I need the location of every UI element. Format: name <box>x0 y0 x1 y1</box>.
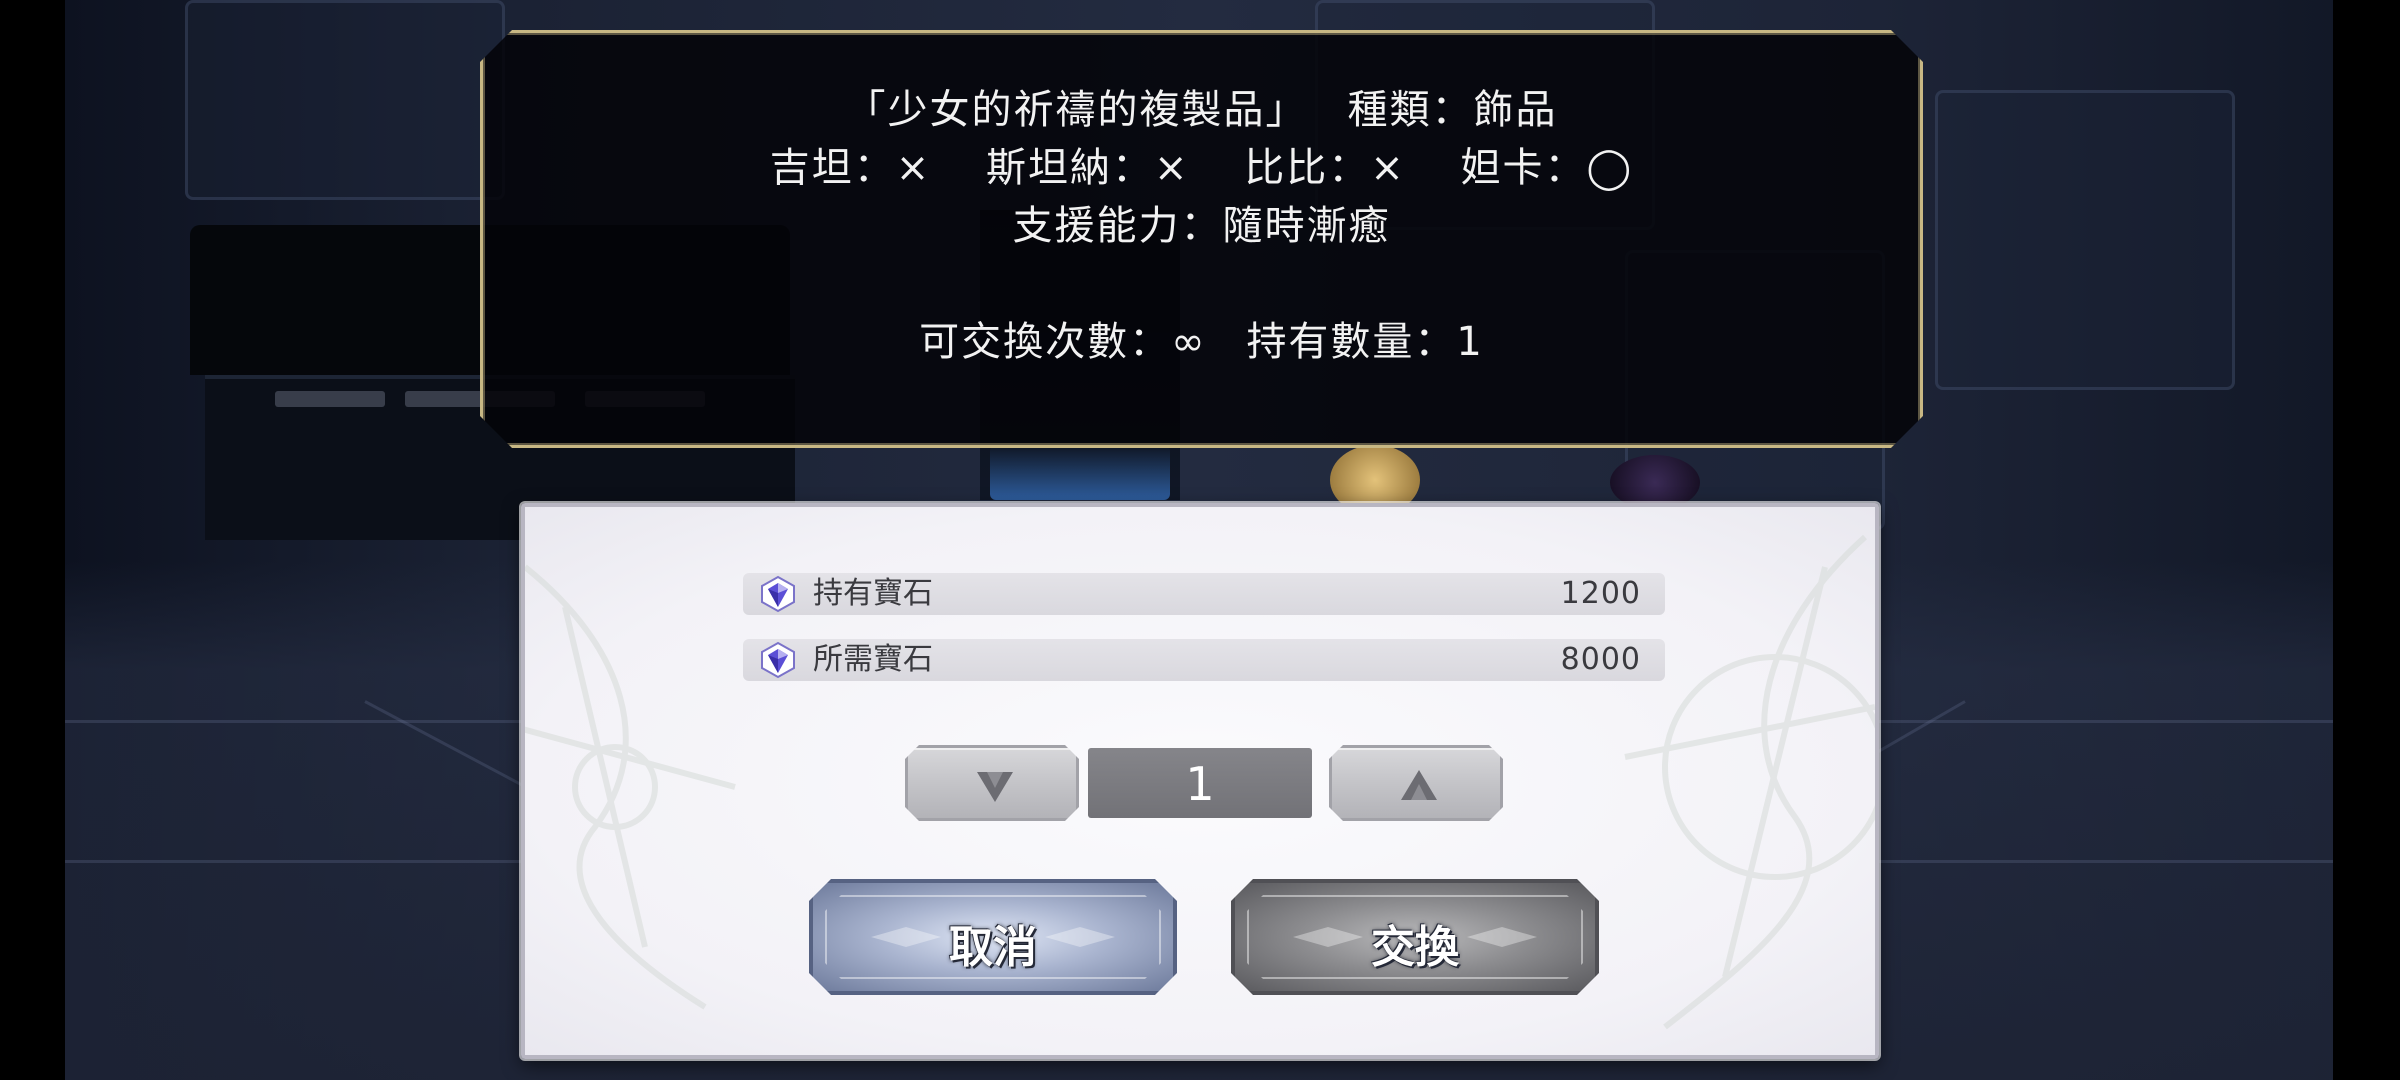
character-compat-line: 吉坦：× 斯坦納：× 比比：× 妲卡：◯ <box>483 135 1920 193</box>
cancel-button[interactable]: 取消 <box>809 879 1177 995</box>
console-screen <box>275 391 385 407</box>
item-title-line: 「少女的祈禱的複製品」 種類：飾品 <box>483 77 1920 135</box>
compat-mark: × <box>1370 145 1406 191</box>
cancel-button-label: 取消 <box>949 922 1037 973</box>
owned-gems-label: 持有寶石 <box>813 576 933 611</box>
compat-mark: × <box>1154 145 1190 191</box>
machine-glow <box>990 445 1170 500</box>
letterbox-left <box>0 0 65 1080</box>
item-name: 「少女的祈禱的複製品」 <box>845 87 1308 133</box>
support-ability: 支援能力：隨時漸癒 <box>1012 203 1391 249</box>
compat-name: 比比 <box>1244 145 1329 191</box>
decrease-quantity-button[interactable] <box>905 745 1079 821</box>
compat-name: 妲卡 <box>1460 145 1545 191</box>
wall-panel <box>1935 90 2235 390</box>
exchange-button-label: 交換 <box>1371 922 1459 973</box>
item-info-panel: 「少女的祈禱的複製品」 種類：飾品 吉坦：× 斯坦納：× 比比：× 妲卡：◯ 支援… <box>480 30 1923 448</box>
gem-icon <box>761 575 795 613</box>
exchange-count: 可交換次數：∞ <box>919 319 1207 365</box>
gem-icon <box>761 641 795 679</box>
letterbox-right <box>2333 0 2400 1080</box>
exchange-stats-line: 可交換次數：∞ 持有數量：1 <box>483 309 1920 367</box>
increase-quantity-button[interactable] <box>1329 745 1503 821</box>
exchange-button[interactable]: 交換 <box>1231 879 1599 995</box>
ornament-left <box>525 564 736 1010</box>
exchange-dialog: 持有寶石 1200 所需寶石 8000 1 取消 交換 <box>521 503 1879 1059</box>
required-gems-row: 所需寶石 8000 <box>743 639 1665 681</box>
compat-name: 斯坦納 <box>986 145 1112 191</box>
triangle-up-icon <box>1399 768 1439 804</box>
wall-panel <box>185 0 505 200</box>
item-type: 種類：飾品 <box>1347 87 1558 133</box>
triangle-down-icon <box>975 768 1015 804</box>
quantity-display: 1 <box>1088 748 1312 818</box>
character-head <box>1610 455 1700 510</box>
compat-name: 吉坦 <box>769 145 854 191</box>
compat-mark: ◯ <box>1586 145 1634 191</box>
required-gems-value: 8000 <box>1560 642 1641 677</box>
owned-gems-row: 持有寶石 1200 <box>743 573 1665 615</box>
owned-count: 持有數量：1 <box>1246 319 1484 365</box>
owned-gems-value: 1200 <box>1560 576 1641 611</box>
required-gems-label: 所需寶石 <box>813 642 933 677</box>
compat-mark: × <box>895 145 932 191</box>
